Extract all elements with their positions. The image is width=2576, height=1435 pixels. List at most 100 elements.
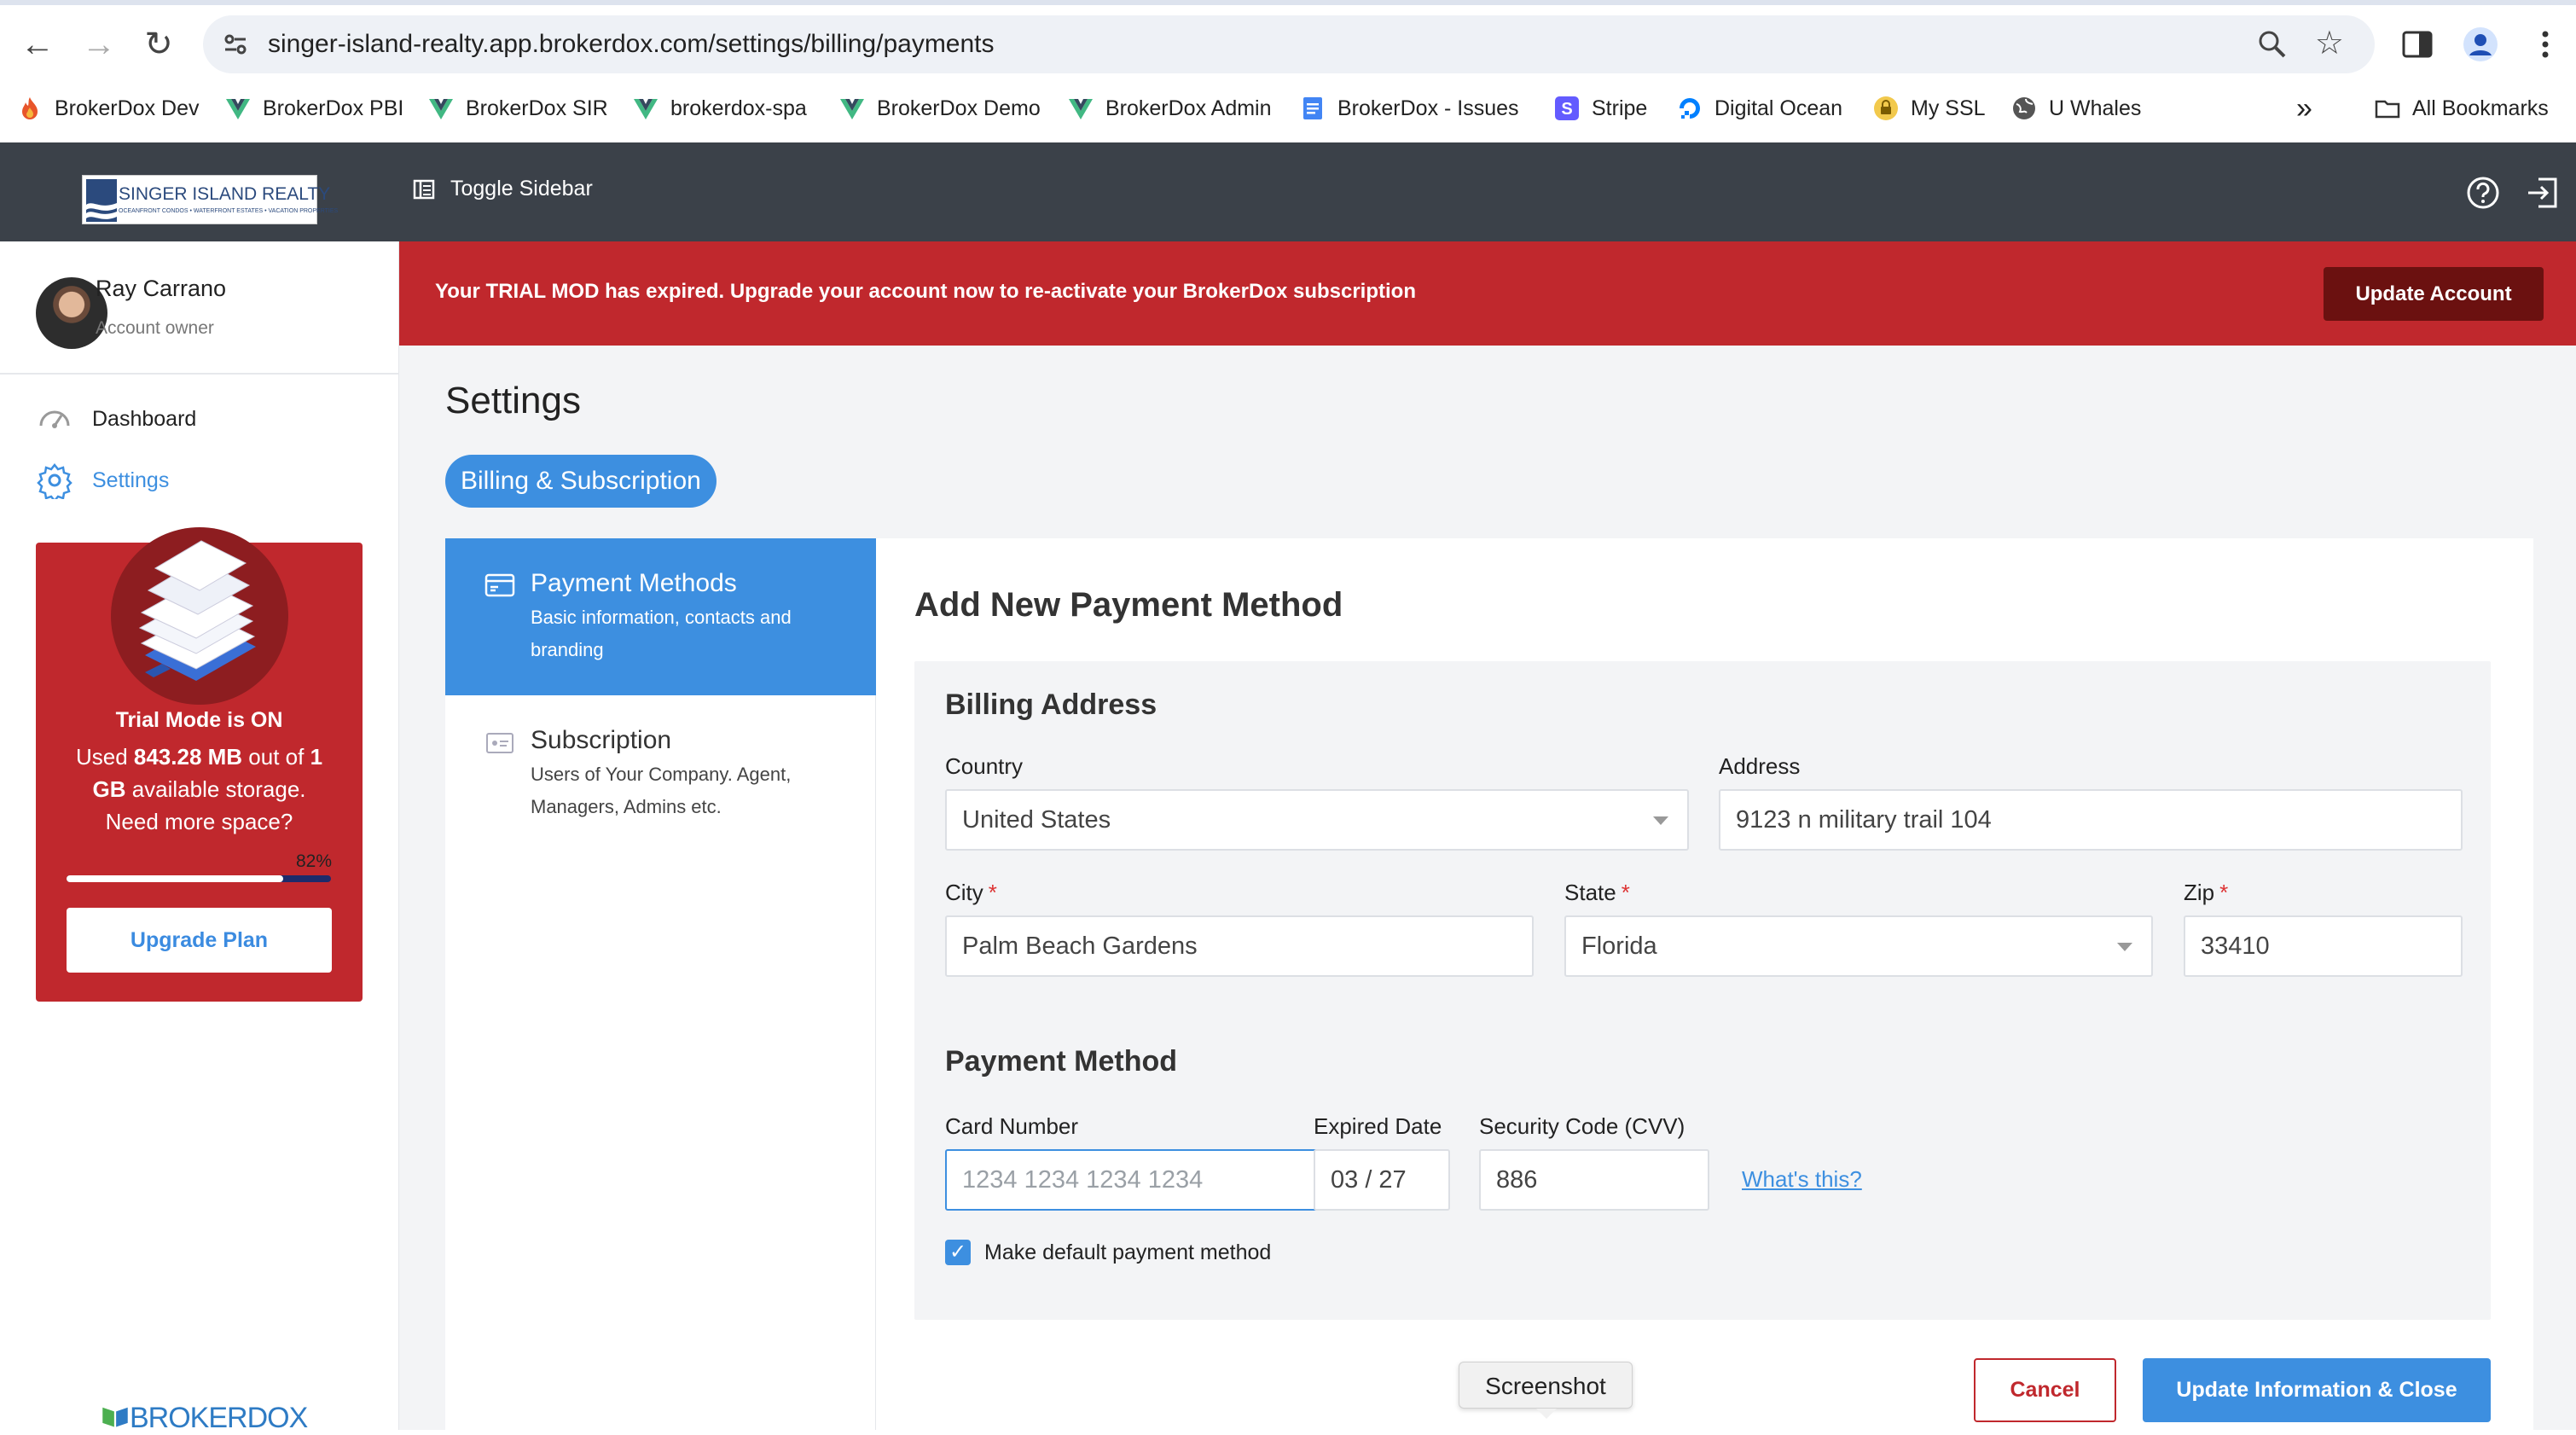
required-mark: * — [2219, 880, 2229, 905]
brokerdox-wordmark: BROKERDOX — [130, 1402, 308, 1434]
main-content: Settings Billing & Subscription Payment … — [399, 346, 2576, 1430]
bookmark-label: BrokerDox Dev — [55, 96, 200, 120]
city-input[interactable]: Palm Beach Gardens — [945, 915, 1534, 977]
tab-title: Subscription — [531, 726, 672, 754]
bookmark-item[interactable]: Digital Ocean — [1677, 87, 1842, 130]
card-number-label: Card Number — [945, 1113, 1079, 1139]
bookmark-label: Stripe — [1592, 96, 1648, 120]
expiry-value: 03 / 27 — [1331, 1166, 1407, 1194]
svg-text:S: S — [1561, 100, 1572, 119]
chevron-down-icon — [2117, 943, 2132, 951]
default-payment-checkbox[interactable]: ✓ — [945, 1240, 971, 1265]
bookmarks-overflow-button[interactable]: » — [2296, 87, 2312, 130]
fire-icon — [17, 96, 43, 121]
bookmark-label: Digital Ocean — [1714, 96, 1843, 120]
storage-used: 843.28 MB — [133, 744, 243, 770]
toggle-sidebar-button[interactable]: Toggle Sidebar — [413, 177, 593, 201]
address-value: 9123 n military trail 104 — [1736, 806, 1992, 834]
all-bookmarks-label: All Bookmarks — [2412, 96, 2549, 120]
cancel-button[interactable]: Cancel — [1974, 1358, 2116, 1422]
bookmark-label: U Whales — [2049, 96, 2142, 120]
bookmark-label: BrokerDox SIR — [466, 96, 608, 120]
user-name: Ray Carrano — [96, 276, 227, 301]
tab-description: Users of Your Company. Agent, Managers, … — [531, 764, 792, 817]
upgrade-plan-button[interactable]: Upgrade Plan — [67, 908, 332, 973]
logo-tagline: OCEANFRONT CONDOS • WATERFRONT ESTATES •… — [119, 208, 339, 214]
bookmark-star-icon[interactable]: ☆ — [2315, 26, 2344, 61]
bookmark-label: BrokerDox Demo — [877, 96, 1041, 120]
update-close-button[interactable]: Update Information & Close — [2143, 1358, 2491, 1422]
bookmark-item[interactable]: BrokerDox Dev — [17, 87, 200, 130]
back-icon[interactable]: ← — [17, 24, 58, 65]
address-input[interactable]: 9123 n military trail 104 — [1719, 789, 2463, 851]
need-more-space: Need more space? — [105, 809, 293, 834]
toggle-sidebar-label: Toggle Sidebar — [450, 177, 593, 200]
zip-input[interactable]: 33410 — [2184, 915, 2463, 977]
bookmark-label: BrokerDox PBI — [263, 96, 404, 120]
country-label: Country — [945, 753, 1024, 779]
speedometer-icon — [39, 410, 70, 428]
bookmark-item[interactable]: U Whales — [2011, 87, 2141, 130]
bookmark-label: My SSL — [1911, 96, 1986, 120]
state-select[interactable]: Florida — [1564, 915, 2153, 977]
cvv-label: Security Code (CVV) — [1479, 1113, 1685, 1139]
logout-icon[interactable] — [2525, 175, 2561, 211]
storage-percent: 82% — [295, 851, 332, 871]
whats-this-link[interactable]: What's this? — [1742, 1166, 1862, 1193]
side-panel-icon[interactable] — [2399, 26, 2436, 63]
cvv-input[interactable]: 886 — [1479, 1149, 1709, 1211]
url-text[interactable]: singer-island-realty.app.brokerdox.com/s… — [268, 27, 995, 61]
folder-icon — [2375, 96, 2400, 121]
tab-strip-edge — [0, 0, 2576, 5]
profile-icon[interactable] — [2462, 26, 2499, 63]
bookmark-item[interactable]: My SSL — [1873, 87, 1986, 130]
expiry-input[interactable]: 03 / 27 — [1314, 1149, 1450, 1211]
company-logo[interactable]: SINGER ISLAND REALTY OCEANFRONT CONDOS •… — [82, 175, 338, 224]
tab-payment-methods[interactable]: Payment Methods Basic information, conta… — [445, 538, 876, 695]
default-payment-label: Make default payment method — [984, 1240, 1272, 1264]
page-title: Settings — [445, 380, 581, 421]
help-icon[interactable] — [2465, 175, 2501, 211]
bookmark-item[interactable]: BrokerDox PBI — [225, 87, 403, 130]
subscription-card-icon — [486, 733, 513, 753]
wave-logo-icon — [86, 179, 117, 222]
forward-icon[interactable]: → — [78, 24, 119, 65]
bookmark-item[interactable]: S Stripe — [1554, 87, 1647, 130]
tab-title: Payment Methods — [531, 569, 737, 597]
stripe-icon: S — [1554, 96, 1580, 121]
sidebar-item-dashboard[interactable]: Dashboard — [36, 400, 196, 438]
menu-kebab-icon[interactable] — [2527, 26, 2564, 63]
card-number-input[interactable]: 1234 1234 1234 1234 — [945, 1149, 1331, 1211]
settings-tabs: Payment Methods Basic information, conta… — [445, 538, 876, 1430]
reload-icon[interactable]: ↻ — [138, 24, 179, 65]
bookmark-label: brokerdox-spa — [670, 96, 807, 120]
bookmark-item[interactable]: BrokerDox SIR — [428, 87, 608, 130]
billing-address-heading: Billing Address — [945, 688, 1157, 721]
city-label-text: City — [945, 880, 983, 905]
cvv-value: 886 — [1496, 1166, 1538, 1194]
all-bookmarks-button[interactable]: All Bookmarks — [2375, 87, 2549, 130]
bookmark-item[interactable]: brokerdox-spa — [633, 87, 807, 130]
globe-icon — [2011, 96, 2037, 121]
site-settings-icon[interactable] — [222, 31, 249, 58]
sidebar-item-label: Dashboard — [92, 406, 197, 431]
vue-logo-icon — [225, 96, 251, 121]
bookmark-item[interactable]: BrokerDox - Issues — [1300, 87, 1519, 130]
lock-icon — [1873, 96, 1899, 121]
address-bar[interactable]: singer-island-realty.app.brokerdox.com/s… — [203, 15, 2375, 73]
sidebar-item-settings[interactable]: Settings — [36, 462, 169, 499]
bookmark-item[interactable]: BrokerDox Admin — [1068, 87, 1272, 130]
bookmark-item[interactable]: BrokerDox Demo — [839, 87, 1041, 130]
tab-subscription[interactable]: Subscription Users of Your Company. Agen… — [445, 695, 876, 852]
vue-logo-icon — [428, 96, 454, 121]
storage-used-mid: out of — [242, 744, 310, 770]
country-select[interactable]: United States — [945, 789, 1689, 851]
sidebar-toggle-icon — [413, 179, 435, 199]
state-value: Florida — [1581, 932, 1657, 960]
zip-value: 33410 — [2201, 932, 2270, 960]
zoom-icon[interactable] — [2255, 27, 2289, 61]
gear-icon — [37, 462, 73, 499]
update-account-button[interactable]: Update Account — [2324, 267, 2544, 321]
zip-label-text: Zip — [2184, 880, 2215, 905]
tab-billing-subscription[interactable]: Billing & Subscription — [445, 455, 717, 508]
